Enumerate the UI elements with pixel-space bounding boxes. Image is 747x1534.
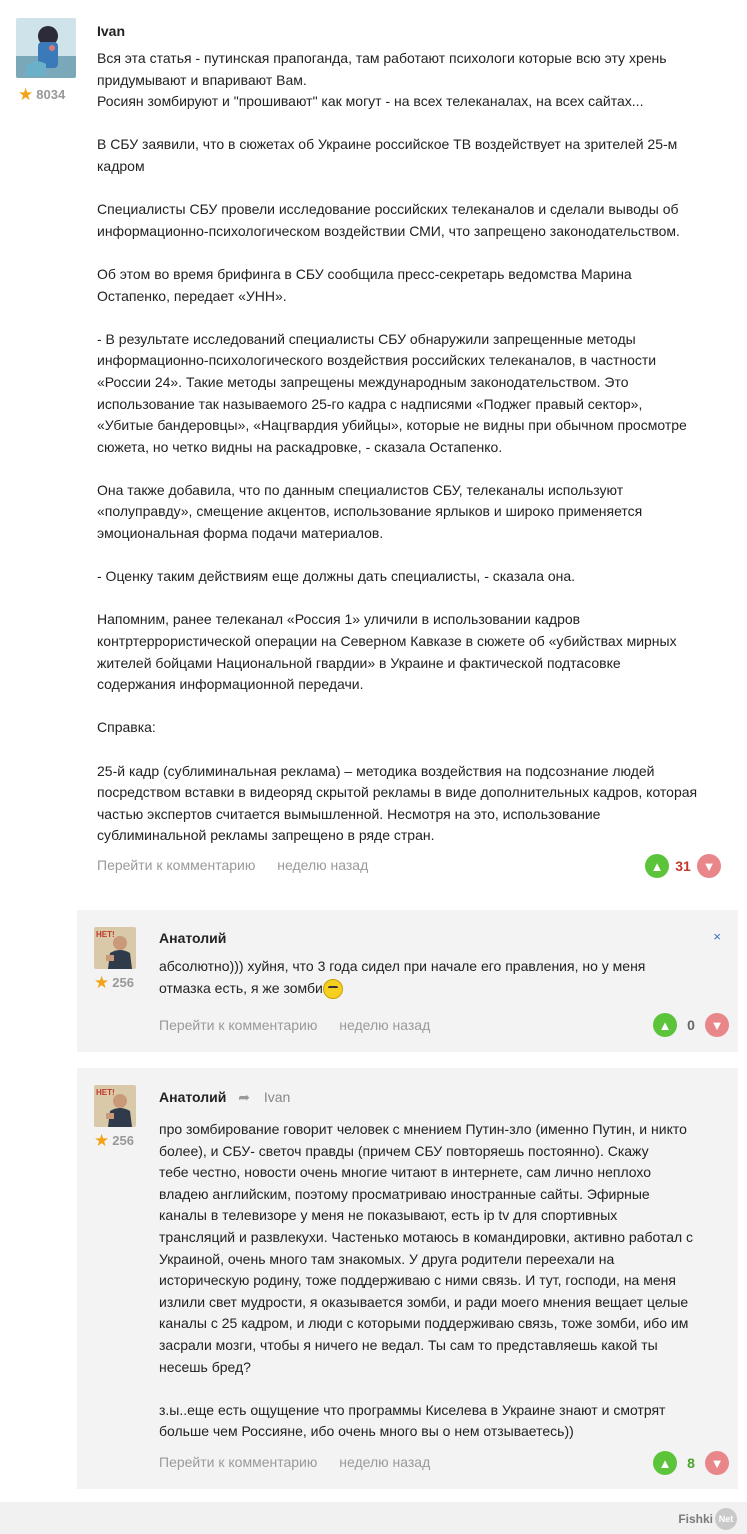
author-name: Анатолий ➦ Ivan <box>159 1089 290 1106</box>
vote-score: 8 <box>687 1455 695 1471</box>
star-icon: ★ <box>18 85 34 104</box>
thumbs-down-icon[interactable]: ▼ <box>705 1451 729 1475</box>
rating-value: 256 <box>112 975 134 990</box>
goto-comment-link[interactable]: Перейти к комментарию <box>159 1454 317 1470</box>
smiley-icon <box>322 978 343 999</box>
star-icon: ★ <box>94 1131 110 1150</box>
thumbs-up-icon[interactable]: ▲ <box>653 1451 677 1475</box>
brand-net-badge: Net <box>715 1508 737 1530</box>
comment-time: неделю назад <box>339 1017 431 1033</box>
comment-text: Вся эта статья - путинская прапоганда, т… <box>97 50 698 844</box>
comment-text-content: абсолютно))) хуйня, что 3 года сидел при… <box>159 958 646 996</box>
comment-text: про зомбирование говорит человек с мнени… <box>159 1121 694 1440</box>
footer-bar: Fishki Net <box>0 1502 747 1534</box>
reply-arrow-icon: ➦ <box>238 1089 250 1105</box>
vote-score: 31 <box>675 858 691 874</box>
comment-time: неделю назад <box>277 857 369 873</box>
comment-meta: Перейти к комментарию неделю назад <box>97 857 386 873</box>
author-name[interactable]: Ivan <box>97 23 125 39</box>
thumbs-down-icon[interactable]: ▼ <box>697 854 721 878</box>
vote-controls: ▲ 8 ▼ <box>653 1451 729 1475</box>
star-icon: ★ <box>94 973 110 992</box>
close-icon[interactable]: × <box>713 929 721 944</box>
comment-reply-1: НЕТ! ★ 256 Анатолий × абсолютно))) хуйня… <box>77 910 738 1052</box>
thumbs-down-icon[interactable]: ▼ <box>705 1013 729 1037</box>
goto-comment-link[interactable]: Перейти к комментарию <box>97 857 255 873</box>
user-rating: ★ 8034 <box>18 86 65 103</box>
thumbs-up-icon[interactable]: ▲ <box>645 854 669 878</box>
rating-value: 256 <box>112 1133 134 1148</box>
brand-logo: Fishki Net <box>678 1508 737 1530</box>
user-rating: ★ 256 <box>94 1132 134 1149</box>
comment-reply-2: НЕТ! ★ 256 Анатолий ➦ Ivan про зомбирова… <box>77 1068 738 1489</box>
comment-text: абсолютно))) хуйня, что 3 года сидел при… <box>159 956 719 999</box>
svg-text:НЕТ!: НЕТ! <box>96 930 115 939</box>
reply-to-user[interactable]: Ivan <box>264 1089 290 1105</box>
goto-comment-link[interactable]: Перейти к комментарию <box>159 1017 317 1033</box>
comment-ivan: ★ 8034 Ivan Вся эта статья - путинская п… <box>0 0 747 900</box>
user-rating: ★ 256 <box>94 974 134 991</box>
vote-score: 0 <box>687 1017 695 1033</box>
vote-controls: ▲ 31 ▼ <box>645 854 721 878</box>
svg-text:НЕТ!: НЕТ! <box>96 1088 115 1097</box>
comment-time: неделю назад <box>339 1454 431 1470</box>
vote-controls: ▲ 0 ▼ <box>653 1013 729 1037</box>
author-label[interactable]: Анатолий <box>159 1089 226 1105</box>
avatar[interactable] <box>16 18 76 78</box>
avatar[interactable]: НЕТ! <box>94 927 136 969</box>
author-name[interactable]: Анатолий <box>159 930 226 946</box>
comment-meta: Перейти к комментарию неделю назад <box>159 1017 448 1033</box>
thumbs-up-icon[interactable]: ▲ <box>653 1013 677 1037</box>
comment-meta: Перейти к комментарию неделю назад <box>159 1454 448 1470</box>
avatar[interactable]: НЕТ! <box>94 1085 136 1127</box>
brand-name: Fishki <box>678 1512 713 1526</box>
rating-value: 8034 <box>36 87 66 102</box>
